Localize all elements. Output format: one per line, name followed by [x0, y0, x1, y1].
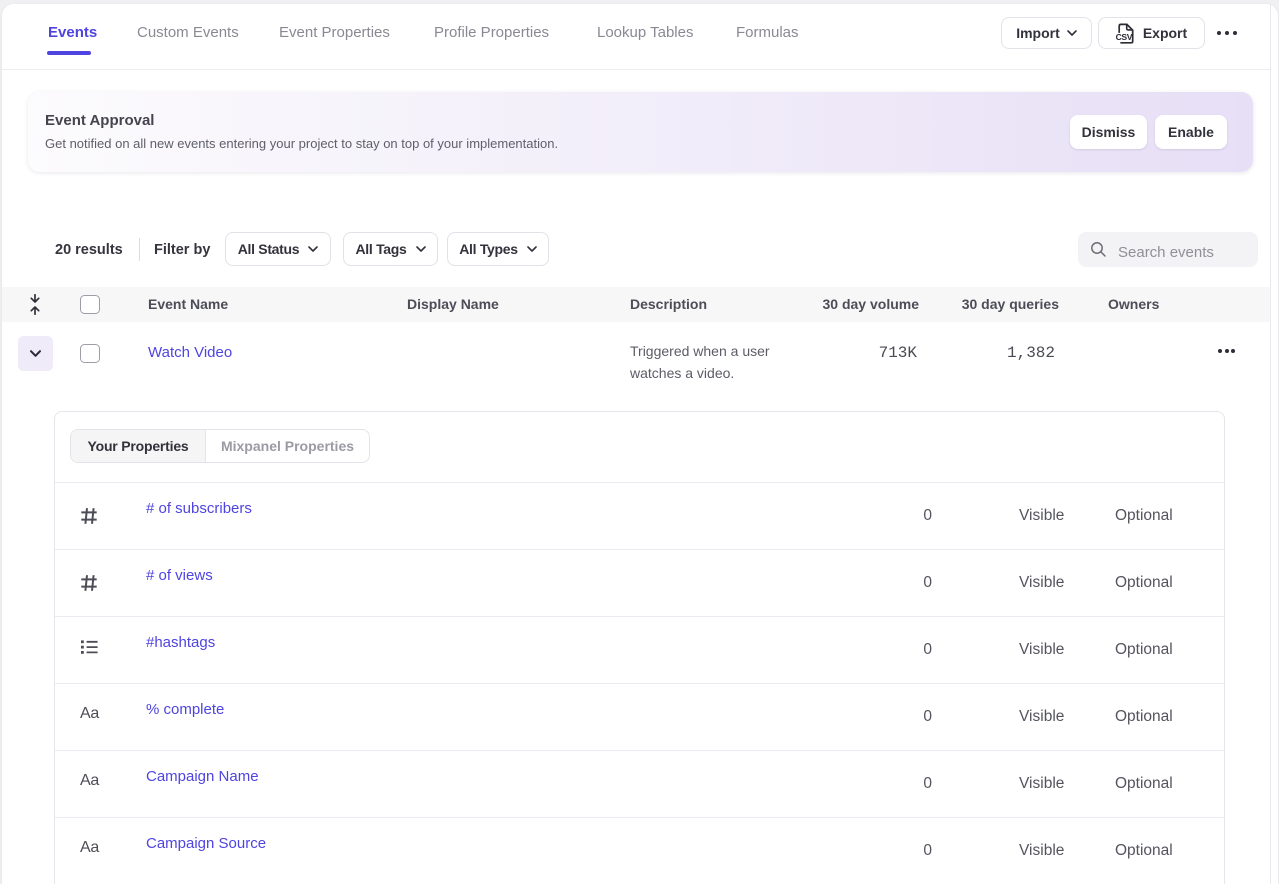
svg-text:CSV: CSV [1116, 32, 1133, 42]
